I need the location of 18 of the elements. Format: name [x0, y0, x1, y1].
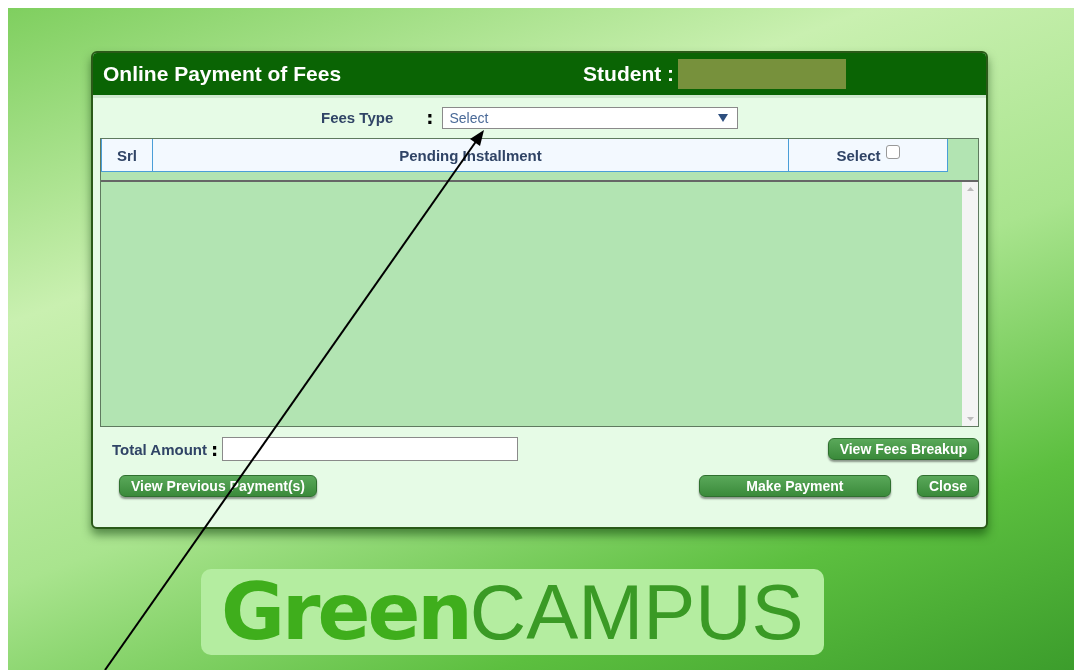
logo-text: GreenCAMPUS	[201, 569, 824, 655]
action-button[interactable]: View Fees Breakup	[827, 438, 979, 460]
student-label: Student :	[583, 62, 675, 86]
total-amount-label: Total Amount	[112, 440, 207, 458]
column-header-text: Select	[836, 146, 881, 164]
dialog-title: Online Payment of Fees	[103, 62, 342, 86]
colon-text: :	[426, 107, 434, 128]
scroll-up-icon[interactable]	[966, 187, 974, 191]
scroll-down-icon[interactable]	[966, 417, 974, 421]
action-button[interactable]: Close	[916, 475, 979, 497]
fees-type-label: Fees Type	[321, 109, 394, 126]
colon-text: :	[211, 438, 219, 460]
column-header-text: Srl	[117, 146, 137, 164]
select-all-checkbox[interactable]	[885, 145, 900, 159]
action-button[interactable]: Make Payment	[698, 475, 891, 497]
scrollbar[interactable]	[962, 182, 978, 426]
fees-type-dropdown[interactable]: Select	[442, 106, 739, 129]
caret-icon	[718, 113, 729, 122]
